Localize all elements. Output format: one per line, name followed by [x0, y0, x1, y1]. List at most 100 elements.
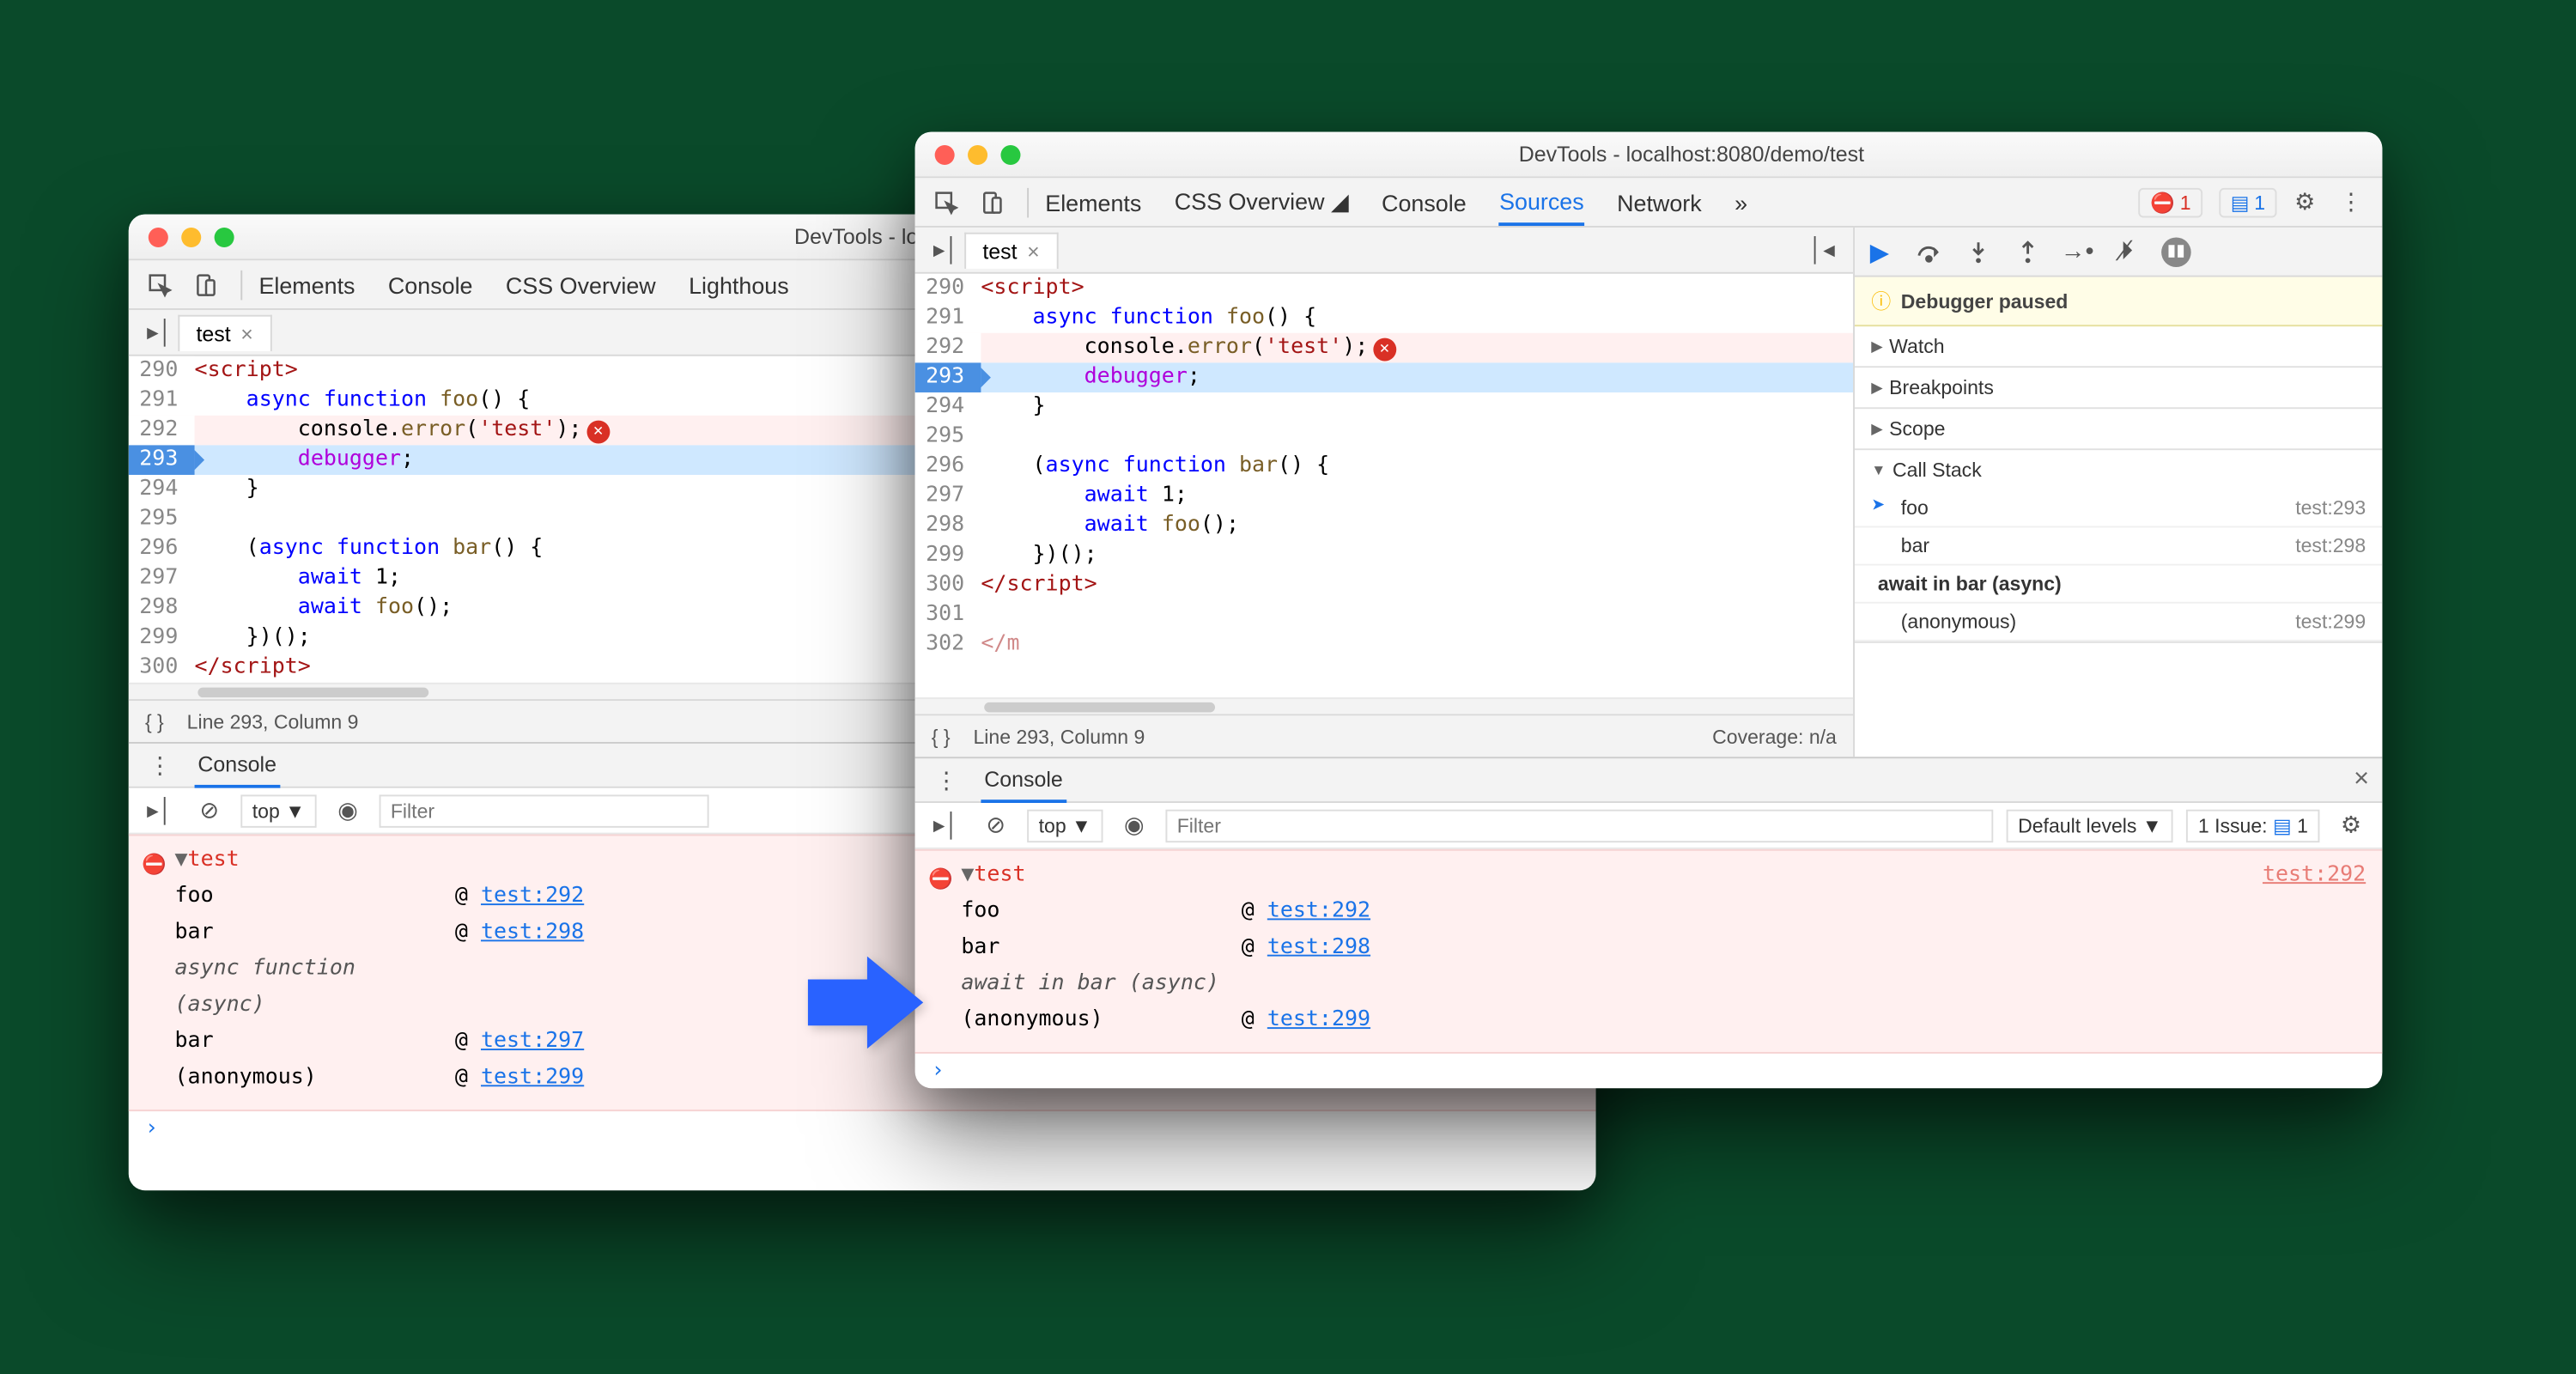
- pretty-print-icon[interactable]: { }: [145, 710, 164, 733]
- resume-icon[interactable]: ▶: [1865, 237, 1895, 267]
- drawer-tab-console[interactable]: Console: [195, 743, 280, 787]
- sidebar-toggle-icon[interactable]: ▸│: [928, 807, 964, 843]
- call-stack-row[interactable]: (anonymous)test:299: [1855, 604, 2382, 641]
- tab-network[interactable]: Network: [1617, 180, 1702, 223]
- more-icon[interactable]: ⋮: [928, 762, 964, 798]
- tab-elements[interactable]: Elements: [1045, 180, 1141, 223]
- context-selector[interactable]: top ▼: [240, 793, 316, 826]
- stack-trace-row[interactable]: foo@ test:292: [961, 894, 2366, 930]
- close-icon[interactable]: [149, 227, 168, 246]
- drawer-tab-console[interactable]: Console: [981, 757, 1066, 802]
- device-icon[interactable]: [188, 266, 224, 302]
- filter-input[interactable]: [379, 793, 708, 826]
- clear-icon[interactable]: ⊘: [978, 807, 1014, 843]
- settings-icon[interactable]: ⚙: [2333, 807, 2369, 843]
- stack-trace-row[interactable]: bar@ test:298: [961, 930, 2366, 966]
- code-line[interactable]: 290<script>: [915, 274, 1853, 304]
- minimize-icon[interactable]: [181, 227, 201, 246]
- code-line[interactable]: 296 (async function bar() {: [915, 452, 1853, 482]
- inspect-icon[interactable]: [142, 266, 178, 302]
- code-line[interactable]: 294 }: [915, 392, 1853, 423]
- section-breakpoints[interactable]: ▶Breakpoints: [1855, 368, 2382, 407]
- source-link[interactable]: test:292: [2263, 857, 2366, 893]
- filter-input[interactable]: [1165, 809, 1993, 842]
- navigator-icon[interactable]: ▸│: [142, 314, 178, 350]
- live-expression-icon[interactable]: ◉: [1116, 807, 1152, 843]
- tab-css-overview[interactable]: CSS Overview: [506, 263, 656, 306]
- levels-selector[interactable]: Default levels ▼: [2007, 809, 2173, 842]
- stack-trace-row[interactable]: (anonymous)@ test:299: [961, 1002, 2366, 1038]
- console-prompt[interactable]: ›: [915, 1054, 2383, 1088]
- section-scope[interactable]: ▶Scope: [1855, 409, 2382, 448]
- call-stack-row[interactable]: footest:293: [1855, 489, 2382, 527]
- issues-badge[interactable]: ▤ 1: [2219, 187, 2276, 217]
- issues-button[interactable]: 1 Issue: ▤ 1: [2186, 809, 2319, 842]
- settings-icon[interactable]: ⚙: [2287, 184, 2323, 220]
- code-line[interactable]: 298 await foo();: [915, 511, 1853, 541]
- code-line[interactable]: 301: [915, 600, 1853, 630]
- tab-elements[interactable]: Elements: [258, 263, 355, 306]
- inspect-icon[interactable]: [928, 184, 964, 220]
- pause-exceptions-icon[interactable]: ▮▮: [2161, 237, 2191, 267]
- live-expression-icon[interactable]: ◉: [330, 793, 366, 829]
- close-tab-icon[interactable]: ×: [1027, 238, 1040, 263]
- tab-css-overview[interactable]: CSS Overview ◢: [1175, 179, 1349, 224]
- context-selector[interactable]: top ▼: [1027, 809, 1103, 842]
- console-toolbar: ▸│ ⊘ top ▼ ◉ Default levels ▼ 1 Issue: ▤…: [915, 803, 2383, 849]
- disclosure-icon[interactable]: ▼: [175, 848, 188, 872]
- code-line[interactable]: 300</script>: [915, 570, 1853, 600]
- close-drawer-icon[interactable]: ×: [2354, 765, 2369, 795]
- error-badge[interactable]: ⛔ 1: [2139, 187, 2202, 217]
- panel-tabs: Elements CSS Overview ◢ Console Sources …: [1045, 179, 1747, 225]
- minimize-icon[interactable]: [968, 144, 987, 164]
- code-line[interactable]: 299 })();: [915, 541, 1853, 571]
- source-tab-bar: ▸│ test × │◂: [915, 228, 1853, 274]
- more-tabs-icon[interactable]: »: [1735, 180, 1747, 223]
- code-line[interactable]: 293 debugger;: [915, 362, 1853, 392]
- code-line[interactable]: 295: [915, 423, 1853, 453]
- device-icon[interactable]: [975, 184, 1011, 220]
- stack-trace-row[interactable]: await in bar (async): [961, 966, 2366, 1002]
- step-icon[interactable]: →•: [2063, 237, 2093, 267]
- step-out-icon[interactable]: [2013, 237, 2043, 267]
- clear-icon[interactable]: ⊘: [191, 793, 228, 829]
- close-tab-icon[interactable]: ×: [240, 320, 253, 345]
- file-tab[interactable]: test ×: [178, 314, 271, 350]
- tab-sources[interactable]: Sources: [1499, 179, 1584, 225]
- code-line[interactable]: 297 await 1;: [915, 482, 1853, 512]
- traffic-lights[interactable]: [935, 144, 1021, 164]
- section-watch[interactable]: ▶Watch: [1855, 326, 2382, 366]
- call-stack-row[interactable]: bartest:298: [1855, 527, 2382, 565]
- deactivate-breakpoints-icon[interactable]: ⏵̸: [2112, 237, 2142, 267]
- tab-lighthouse[interactable]: Lighthous: [689, 263, 789, 306]
- scrollbar[interactable]: [915, 697, 1853, 714]
- call-stack-row[interactable]: await in bar (async): [1855, 566, 2382, 604]
- code-editor[interactable]: 290<script>291 async function foo() {292…: [915, 274, 1853, 697]
- console-prompt[interactable]: ›: [129, 1111, 1596, 1146]
- navigator-icon[interactable]: ▸│: [928, 232, 964, 268]
- code-line[interactable]: 302</m: [915, 629, 1853, 660]
- file-tab[interactable]: test ×: [964, 232, 1058, 268]
- pretty-print-icon[interactable]: { }: [932, 725, 951, 748]
- tab-console[interactable]: Console: [388, 263, 473, 306]
- more-icon[interactable]: ⋮: [142, 747, 178, 783]
- sidebar-toggle-icon[interactable]: ▸│: [142, 793, 178, 829]
- close-icon[interactable]: [935, 144, 955, 164]
- debugger-toggle-icon[interactable]: │◂: [1803, 232, 1839, 268]
- main-toolbar: Elements CSS Overview ◢ Console Sources …: [915, 178, 2383, 228]
- traffic-lights[interactable]: [149, 227, 234, 246]
- more-icon[interactable]: ⋮: [2333, 184, 2369, 220]
- maximize-icon[interactable]: [1000, 144, 1020, 164]
- titlebar[interactable]: DevTools - localhost:8080/demo/test: [915, 132, 2383, 179]
- console-error-message[interactable]: ⛔ test:292 ▼test foo@ test:292bar@ test:…: [915, 849, 2383, 1054]
- code-line[interactable]: 292 console.error('test');✕: [915, 333, 1853, 363]
- section-call-stack[interactable]: ▼Call Stack: [1855, 450, 2382, 489]
- console-drawer-header: ⋮ Console ×: [915, 757, 2383, 803]
- tab-console[interactable]: Console: [1382, 180, 1467, 223]
- code-line[interactable]: 291 async function foo() {: [915, 303, 1853, 333]
- maximize-icon[interactable]: [215, 227, 234, 246]
- step-over-icon[interactable]: [1914, 237, 1944, 267]
- devtools-window-front: DevTools - localhost:8080/demo/test Elem…: [915, 132, 2383, 1089]
- step-into-icon[interactable]: [1964, 237, 1994, 267]
- disclosure-icon[interactable]: ▼: [961, 862, 974, 887]
